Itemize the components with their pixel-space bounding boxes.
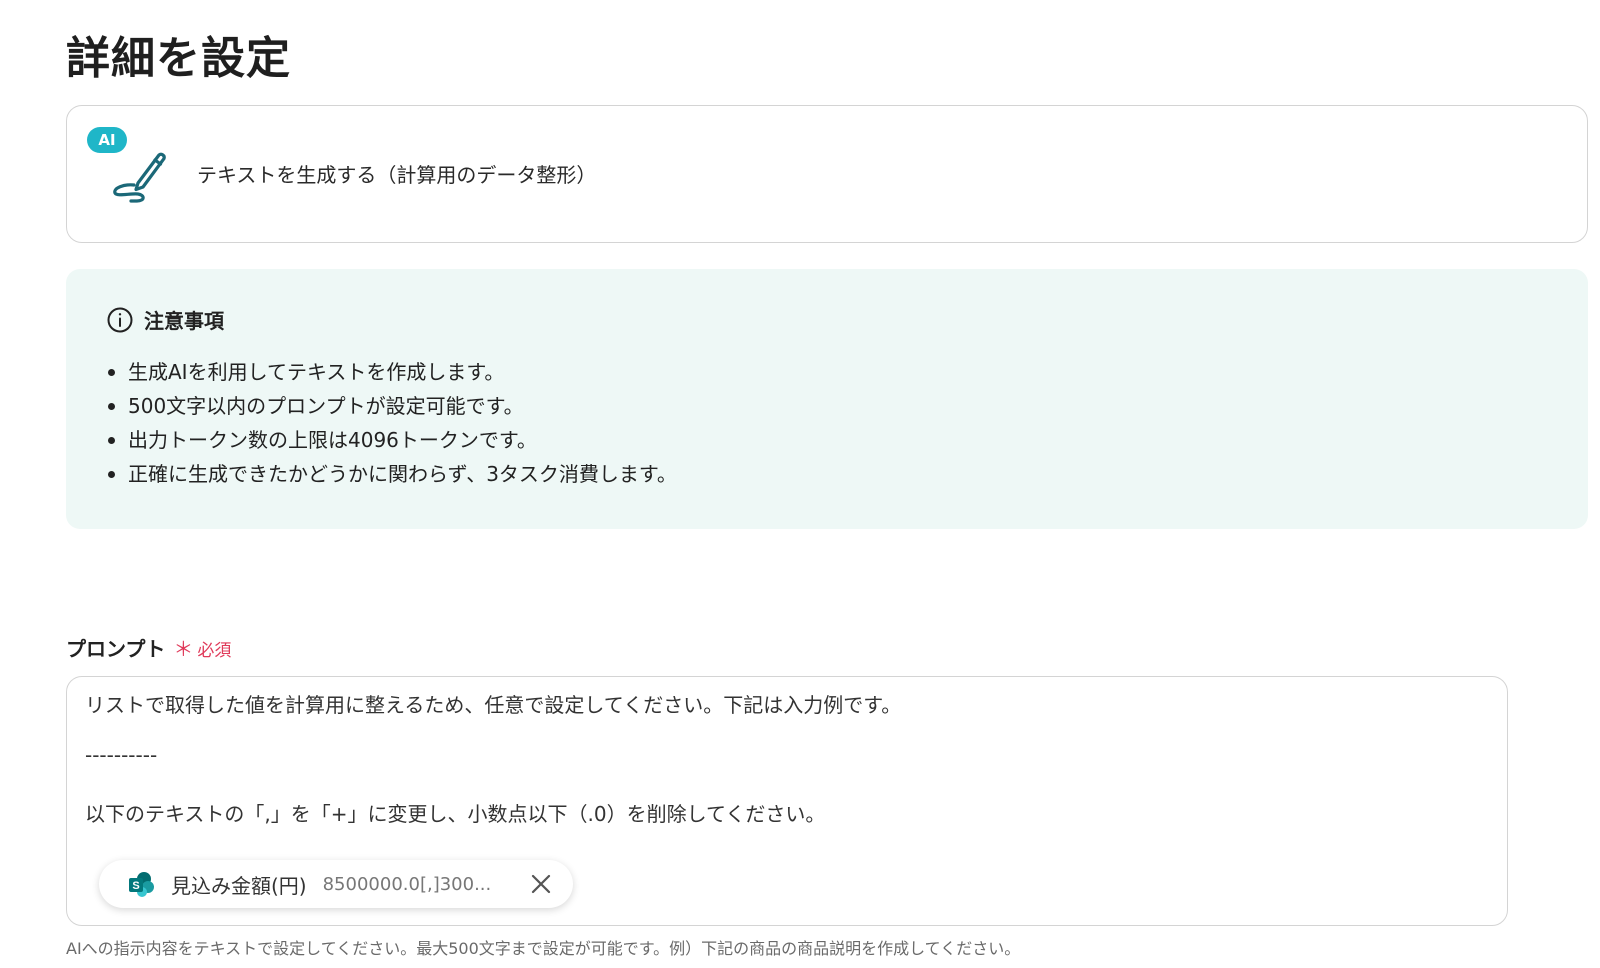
svg-text:S: S [132, 880, 139, 892]
pen-icon [113, 152, 166, 203]
action-card[interactable]: AI テキストを生成する（計算用のデータ整形） [66, 105, 1588, 243]
chip-value: 8500000.0[,]300... [322, 873, 492, 895]
notice-title: 注意事項 [144, 309, 224, 333]
notice-box: 注意事項 生成AIを利用してテキストを作成します。 500文字以内のプロンプトが… [66, 269, 1588, 529]
chip-label: 見込み金額(円) [171, 873, 307, 898]
prompt-line: 以下のテキストの「,」を「+」に変更し、小数点以下（.0）を削除してください。 [85, 802, 826, 826]
prompt-line: リストで取得した値を計算用に整えるため、任意で設定してください。下記は入力例です… [85, 693, 902, 717]
info-icon [107, 307, 133, 332]
prompt-help-text: AIへの指示内容をテキストで設定してください。最大500文字まで設定が可能です。… [66, 939, 1021, 958]
required-label: 必須 [197, 641, 232, 661]
required-star: ＊ [173, 637, 194, 661]
notice-list: 生成AIを利用してテキストを作成します。 500文字以内のプロンプトが設定可能で… [106, 355, 677, 491]
action-title: テキストを生成する（計算用のデータ整形） [197, 163, 597, 187]
page-title: 詳細を設定 [66, 33, 291, 84]
prompt-label: プロンプト [66, 637, 166, 661]
notice-item: 500文字以内のプロンプトが設定可能です。 [106, 389, 677, 423]
prompt-input[interactable]: リストで取得した値を計算用に整えるため、任意で設定してください。下記は入力例です… [66, 676, 1508, 926]
close-icon[interactable] [529, 872, 553, 896]
prompt-line: ---------- [85, 743, 158, 767]
notice-header: 注意事項 [106, 305, 224, 334]
sharepoint-icon: S [129, 872, 154, 897]
variable-chip[interactable]: S 見込み金額(円) 8500000.0[,]300... [99, 860, 573, 908]
notice-item: 出力トークン数の上限は4096トークンです。 [106, 423, 677, 457]
page: 詳細を設定 AI テキストを生成する（計算用のデータ整形） 注意事項 生成AIを… [0, 0, 1600, 968]
notice-item: 生成AIを利用してテキストを作成します。 [106, 355, 677, 389]
prompt-label-row: プロンプト ＊ 必須 [66, 633, 231, 662]
notice-item: 正確に生成できたかどうかに関わらず、3タスク消費します。 [106, 457, 677, 491]
